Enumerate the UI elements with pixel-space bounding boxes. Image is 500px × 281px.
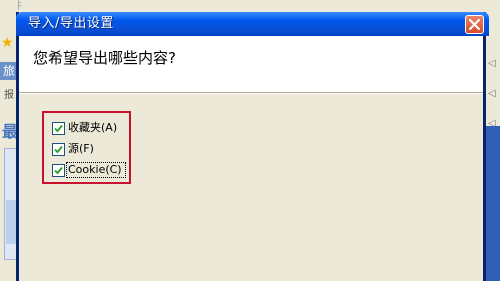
wizard-header: 您希望导出哪些内容? bbox=[19, 36, 483, 92]
wizard-question: 您希望导出哪些内容? bbox=[33, 49, 176, 67]
checkmark-icon bbox=[54, 166, 63, 175]
feeds-label: 源(F) bbox=[68, 142, 94, 155]
background-blue-panel bbox=[484, 126, 500, 281]
header-divider bbox=[19, 92, 483, 94]
checkmark-icon bbox=[54, 145, 63, 154]
cookies-checkbox[interactable] bbox=[52, 164, 65, 177]
background-side-label: 报 bbox=[4, 90, 14, 101]
close-button[interactable] bbox=[465, 15, 484, 34]
dialog-titlebar[interactable]: 导入/导出设置 bbox=[16, 12, 489, 36]
cookies-label: Cookie(C) bbox=[68, 163, 122, 176]
background-toolbar-icon[interactable]: ◁ bbox=[488, 88, 496, 99]
background-toolbar-icon[interactable]: ◁ bbox=[488, 58, 496, 69]
export-options-group: 收藏夹(A) 源(F) Cookie(C) bbox=[42, 111, 131, 184]
checkmark-icon bbox=[54, 124, 63, 133]
favorites-star-icon[interactable]: ★ bbox=[1, 36, 15, 50]
favorites-checkbox[interactable] bbox=[52, 122, 65, 135]
screen: 文件 ★ 旅 报 最 ◁ ◁ ◁ 导入/导出设置 您希望导出哪些内容? bbox=[0, 0, 500, 281]
feeds-checkbox[interactable] bbox=[52, 143, 65, 156]
import-export-dialog: 导入/导出设置 您希望导出哪些内容? 收藏夹(A) 源(F) Cookie(C) bbox=[16, 12, 489, 281]
close-icon bbox=[469, 19, 480, 30]
dialog-title: 导入/导出设置 bbox=[28, 16, 114, 31]
favorites-label: 收藏夹(A) bbox=[68, 121, 118, 134]
